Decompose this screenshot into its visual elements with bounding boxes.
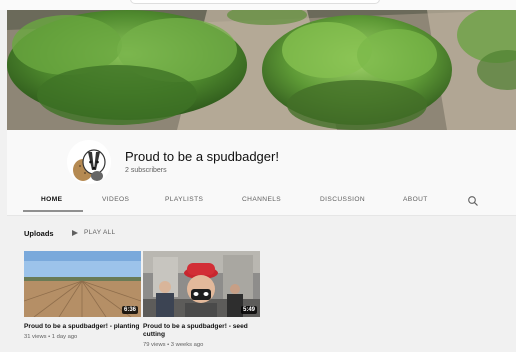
play-all-label: PLAY ALL xyxy=(84,229,116,236)
tab-about[interactable]: ABOUT xyxy=(403,196,428,203)
video-title[interactable]: Proud to be a spudbadger! - seed cutting xyxy=(143,323,260,339)
tab-home[interactable]: HOME xyxy=(41,196,62,203)
tab-discussion[interactable]: DISCUSSION xyxy=(320,196,365,203)
channel-header: Proud to be a spudbadger! 2 subscribers … xyxy=(7,130,516,215)
search-icon[interactable] xyxy=(467,194,479,206)
play-icon xyxy=(72,229,78,236)
banner-image xyxy=(7,10,516,130)
header-divider xyxy=(7,215,516,216)
badger-potato-icon xyxy=(67,140,111,184)
channel-avatar[interactable] xyxy=(67,140,111,184)
video-meta: 31 views • 1 day ago xyxy=(24,334,78,340)
video-thumbnail[interactable]: 5:49 xyxy=(143,251,260,317)
video-card-seed-cutting[interactable]: 5:49 Proud to be a spudbadger! - seed cu… xyxy=(143,251,260,348)
video-duration: 6:36 xyxy=(121,306,138,314)
tab-videos[interactable]: VIDEOS xyxy=(102,196,129,203)
video-duration: 5:49 xyxy=(240,306,257,314)
video-meta: 79 views • 3 weeks ago xyxy=(143,342,204,348)
subscriber-count: 2 subscribers xyxy=(125,167,167,174)
video-thumbnail[interactable]: 6:36 xyxy=(24,251,141,317)
video-title[interactable]: Proud to be a spudbadger! - planting xyxy=(24,323,141,331)
top-bar xyxy=(0,0,516,10)
tab-playlists[interactable]: PLAYLISTS xyxy=(165,196,203,203)
video-card-planting[interactable]: 6:36 Proud to be a spudbadger! - plantin… xyxy=(24,251,141,340)
masthead-search-box[interactable] xyxy=(130,0,380,4)
tab-channels[interactable]: CHANNELS xyxy=(242,196,281,203)
uploads-heading[interactable]: Uploads xyxy=(24,229,54,238)
play-all-button[interactable]: PLAY ALL xyxy=(72,229,115,236)
channel-banner xyxy=(7,10,516,130)
active-tab-indicator xyxy=(23,210,83,212)
channel-tabs: HOME VIDEOS PLAYLISTS CHANNELS DISCUSSIO… xyxy=(7,192,516,215)
channel-title: Proud to be a spudbadger! xyxy=(125,149,279,164)
